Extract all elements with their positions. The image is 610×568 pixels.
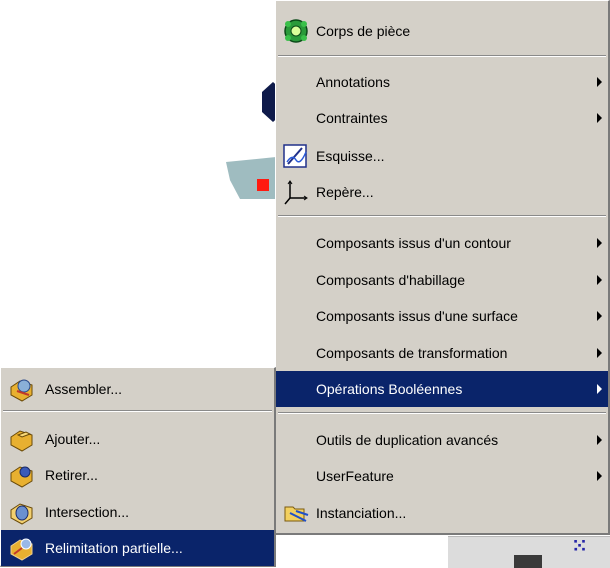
- menu-item-userfeature[interactable]: UserFeature: [276, 458, 608, 494]
- submenu-arrow-icon: [597, 435, 602, 445]
- submenu-arrow-icon: [597, 275, 602, 285]
- background-pad-shape: [226, 157, 276, 199]
- menu-item-surface-based-features[interactable]: Composants issus d'une surface: [276, 298, 608, 334]
- instantiation-icon: [284, 506, 309, 522]
- menu-item-axis-system[interactable]: Repère...: [276, 174, 608, 210]
- menu-item-label: Corps de pièce: [316, 23, 411, 39]
- submenu-arrow-icon: [597, 384, 602, 394]
- menu-item-label: Outils de duplication avancés: [316, 432, 499, 448]
- menu-separator: [278, 412, 606, 414]
- menu-item-label: Contraintes: [316, 110, 388, 126]
- submenu-arrow-icon: [597, 238, 602, 248]
- intersect-icon: [10, 503, 33, 525]
- menu-item-label: Composants issus d'une surface: [316, 308, 518, 324]
- pattern-icon: ⁙: [572, 536, 588, 556]
- submenu-arrow-icon: [597, 348, 602, 358]
- menu-item-sketch[interactable]: Esquisse...: [276, 138, 608, 174]
- submenu-item-remove[interactable]: Retirer...: [1, 457, 274, 493]
- menu-item-constraints[interactable]: Contraintes: [276, 100, 608, 136]
- insert-menu: Corps de pièce Annotations Contraintes E…: [275, 0, 610, 535]
- menu-item-label: Annotations: [316, 74, 390, 90]
- menu-item-label: Composants issus d'un contour: [316, 235, 511, 251]
- submenu-item-label: Retirer...: [45, 467, 98, 483]
- menu-item-dress-up-features[interactable]: Composants d'habillage: [276, 262, 608, 298]
- submenu-item-label: Intersection...: [45, 504, 130, 520]
- submenu-item-intersection[interactable]: Intersection...: [1, 494, 274, 530]
- boolean-operations-submenu: Assembler... Ajouter... Retirer... Inter…: [0, 367, 276, 567]
- submenu-item-label: Relimitation partielle...: [45, 540, 183, 556]
- submenu-item-label: Ajouter...: [45, 431, 101, 447]
- menu-item-instantiation[interactable]: Instanciation...: [276, 495, 608, 531]
- menu-item-label: Instanciation...: [316, 505, 407, 521]
- remove-icon: [10, 466, 33, 488]
- submenu-item-label: Assembler...: [45, 381, 123, 397]
- background-red-marker: [257, 179, 269, 191]
- sketch-icon: [283, 144, 307, 168]
- menu-item-label: Esquisse...: [316, 148, 385, 164]
- menu-item-advanced-replication-tools[interactable]: Outils de duplication avancés: [276, 422, 608, 458]
- submenu-arrow-icon: [597, 77, 602, 87]
- menu-item-transformation-features[interactable]: Composants de transformation: [276, 335, 608, 371]
- part-body-icon: [284, 19, 308, 43]
- menu-item-boolean-operations[interactable]: Opérations Booléennes: [276, 371, 608, 407]
- assemble-icon: [10, 379, 33, 402]
- menu-separator: [278, 55, 606, 57]
- union-trim-icon: [10, 538, 33, 561]
- submenu-arrow-icon: [597, 113, 602, 123]
- submenu-item-add[interactable]: Ajouter...: [1, 421, 274, 457]
- menu-separator: [3, 410, 272, 412]
- menu-item-label: Repère...: [316, 184, 374, 200]
- toolbar-tool-icon: [514, 555, 542, 568]
- menu-item-label: Opérations Booléennes: [316, 381, 463, 397]
- menu-item-sketch-based-features[interactable]: Composants issus d'un contour: [276, 225, 608, 261]
- axis-system-icon: [284, 180, 308, 205]
- submenu-item-assemble[interactable]: Assembler...: [1, 371, 274, 407]
- add-icon: [10, 430, 33, 452]
- menu-item-label: UserFeature: [316, 468, 394, 484]
- menu-item-label: Composants de transformation: [316, 345, 508, 361]
- menu-item-label: Composants d'habillage: [316, 272, 465, 288]
- menu-item-annotations[interactable]: Annotations: [276, 64, 608, 100]
- submenu-arrow-icon: [597, 311, 602, 321]
- menu-separator: [278, 215, 606, 217]
- submenu-item-union-trim[interactable]: Relimitation partielle...: [1, 530, 274, 566]
- submenu-arrow-icon: [597, 471, 602, 481]
- menu-item-part-body[interactable]: Corps de pièce: [276, 13, 608, 49]
